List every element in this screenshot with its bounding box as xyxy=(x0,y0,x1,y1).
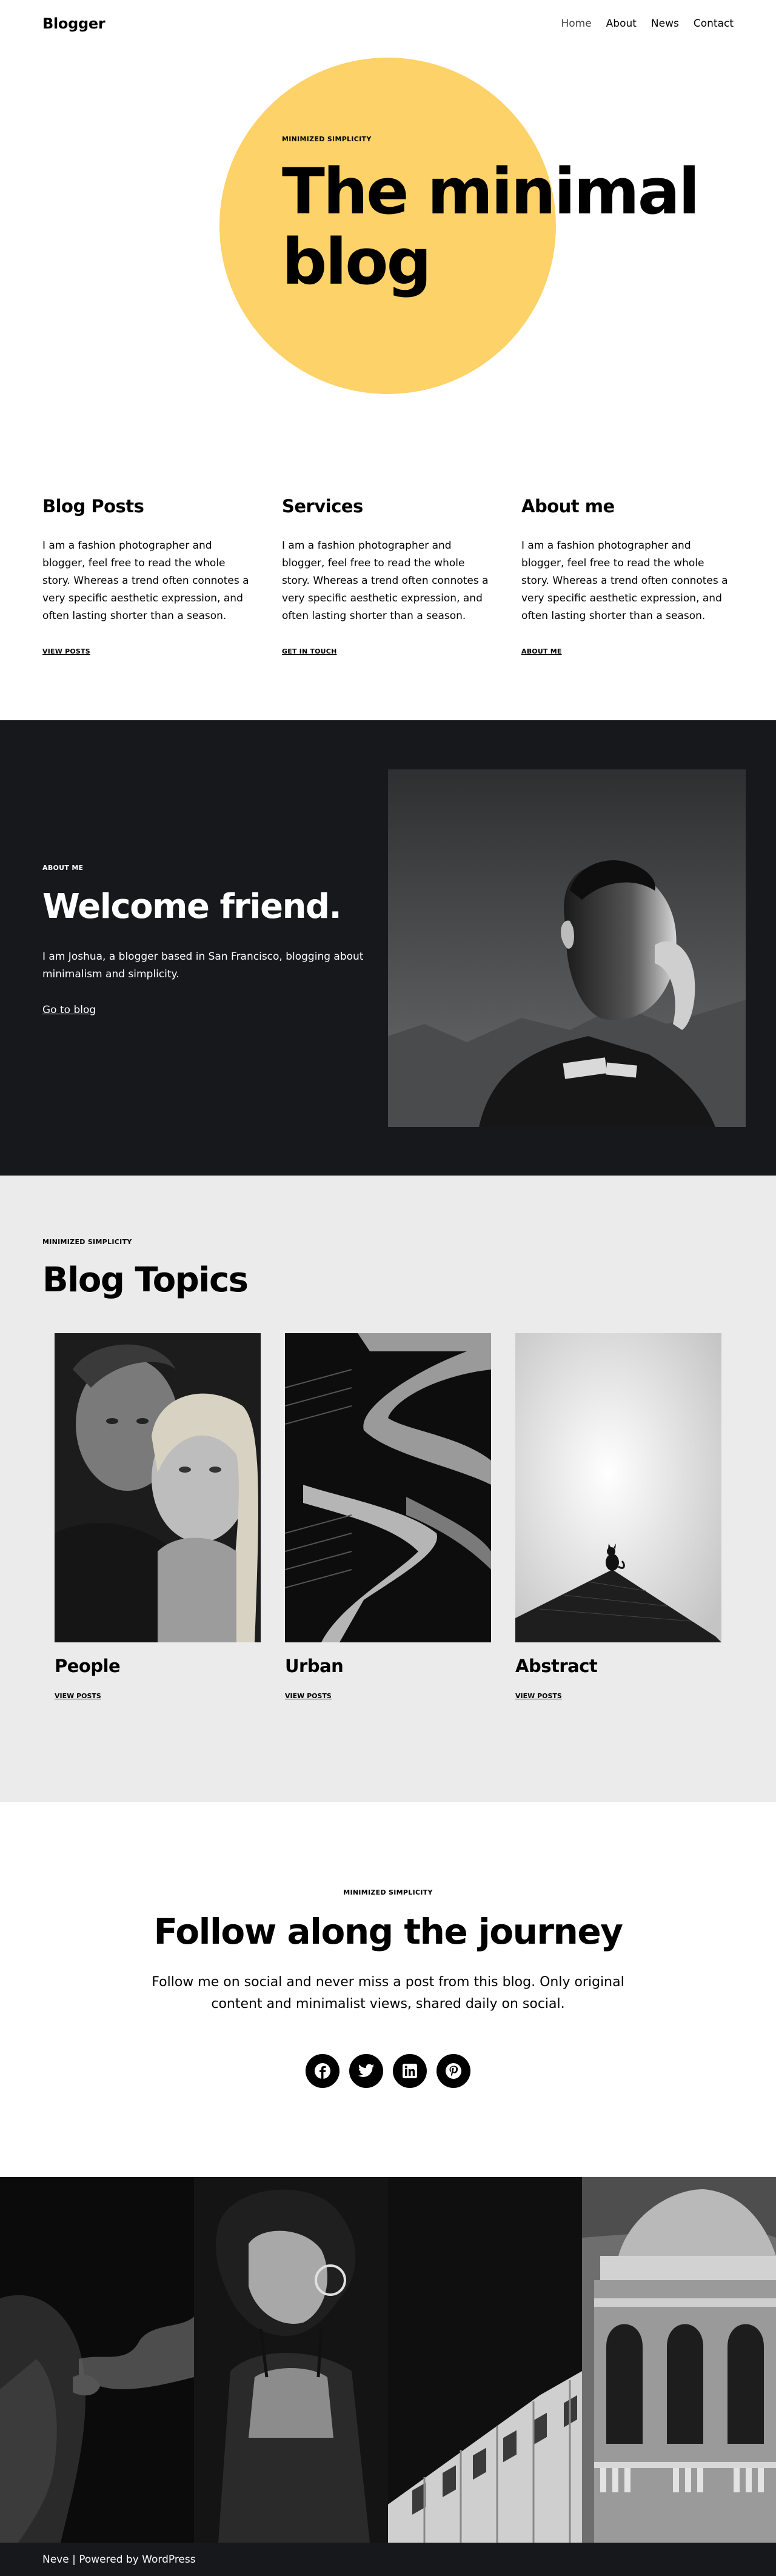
view-posts-link[interactable]: VIEW POSTS xyxy=(55,1692,101,1700)
linkedin-icon[interactable] xyxy=(393,2054,427,2088)
photo-gallery xyxy=(0,2177,776,2543)
topic-card-people: People VIEW POSTS xyxy=(55,1333,261,1701)
follow-text: Follow me on social and never miss a pos… xyxy=(152,1975,624,2012)
gallery-photo-dome[interactable] xyxy=(582,2177,776,2543)
social-links xyxy=(0,2054,776,2088)
welcome-kicker: ABOUT ME xyxy=(42,864,84,872)
topic-image-urban[interactable] xyxy=(285,1333,491,1642)
topic-image-abstract[interactable] xyxy=(515,1333,721,1642)
feature-services: Services I am a fashion photographer and… xyxy=(282,496,490,720)
nav-item-home[interactable]: Home xyxy=(561,18,591,30)
gallery-photo-building[interactable] xyxy=(388,2177,582,2543)
feature-blog-posts: Blog Posts I am a fashion photographer a… xyxy=(42,496,251,720)
gallery-photo-smoke[interactable] xyxy=(0,2177,194,2543)
feature-text: I am a fashion photographer and blogger,… xyxy=(521,540,728,623)
topic-title: Urban xyxy=(285,1656,344,1676)
view-posts-link[interactable]: VIEW POSTS xyxy=(515,1692,562,1700)
welcome-section: ABOUT ME Welcome friend. I am Joshua, a … xyxy=(0,720,776,1176)
welcome-title: Welcome friend. xyxy=(42,887,342,926)
hero-title-line2: blog xyxy=(282,225,432,299)
topic-image-people[interactable] xyxy=(55,1333,261,1642)
follow-section: MINIMIZED SIMPLICITY Follow along the jo… xyxy=(0,1802,776,2177)
view-posts-link[interactable]: VIEW POSTS xyxy=(42,647,90,655)
gallery-photo-woman[interactable] xyxy=(194,2177,388,2543)
site-footer: Neve | Powered by WordPress xyxy=(0,2543,776,2576)
feature-title: Blog Posts xyxy=(42,496,144,517)
hero-title: The minimal blog xyxy=(282,155,700,299)
footer-credit[interactable]: Neve | Powered by WordPress xyxy=(42,2554,196,2566)
feature-text: I am a fashion photographer and blogger,… xyxy=(42,540,249,623)
nav-item-news[interactable]: News xyxy=(651,18,679,30)
follow-title: Follow along the journey xyxy=(153,1911,623,1952)
feature-text: I am a fashion photographer and blogger,… xyxy=(282,540,489,623)
hero-section: MINIMIZED SIMPLICITY The minimal blog xyxy=(0,47,776,411)
pinterest-icon[interactable] xyxy=(436,2054,470,2088)
topics-kicker: MINIMIZED SIMPLICITY xyxy=(42,1238,132,1246)
feature-title: Services xyxy=(282,496,363,517)
feature-title: About me xyxy=(521,496,615,517)
blog-topics-section: MINIMIZED SIMPLICITY Blog Topics People … xyxy=(0,1176,776,1802)
get-in-touch-link[interactable]: GET IN TOUCH xyxy=(282,647,336,655)
welcome-text: I am Joshua, a blogger based in San Fran… xyxy=(42,951,364,981)
portrait-photo xyxy=(388,769,746,1127)
site-logo[interactable]: Blogger xyxy=(42,15,105,32)
topic-card-urban: Urban VIEW POSTS xyxy=(285,1333,491,1701)
topic-title: People xyxy=(55,1656,121,1676)
facebook-icon[interactable] xyxy=(306,2054,340,2088)
hero-title-line1: The minimal xyxy=(282,155,700,229)
topic-card-abstract: Abstract VIEW POSTS xyxy=(515,1333,721,1701)
main-nav: Home About News Contact xyxy=(561,18,734,30)
nav-item-contact[interactable]: Contact xyxy=(694,18,734,30)
about-me-link[interactable]: ABOUT ME xyxy=(521,647,562,655)
go-to-blog-link[interactable]: Go to blog xyxy=(42,1004,96,1016)
topic-title: Abstract xyxy=(515,1656,598,1676)
site-header: Blogger Home About News Contact xyxy=(0,0,776,47)
features-section: Blog Posts I am a fashion photographer a… xyxy=(0,411,776,720)
follow-kicker: MINIMIZED SIMPLICITY xyxy=(343,1889,433,1896)
feature-about-me: About me I am a fashion photographer and… xyxy=(521,496,730,720)
hero-kicker: MINIMIZED SIMPLICITY xyxy=(282,135,372,143)
view-posts-link[interactable]: VIEW POSTS xyxy=(285,1692,332,1700)
topics-title: Blog Topics xyxy=(42,1260,249,1300)
nav-item-about[interactable]: About xyxy=(606,18,637,30)
twitter-icon[interactable] xyxy=(349,2054,383,2088)
